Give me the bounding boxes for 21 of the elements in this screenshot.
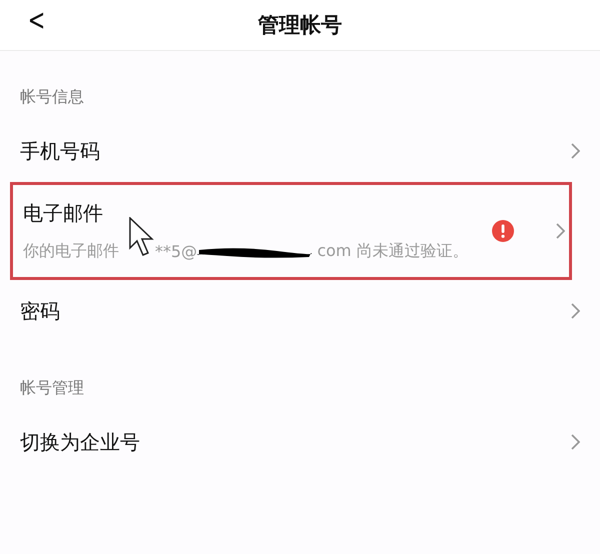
- chevron-right-icon: [570, 434, 580, 450]
- section-title: 帐号管理: [20, 378, 84, 397]
- settings-row[interactable]: 密码: [20, 280, 580, 342]
- chevron-right-icon: [570, 303, 580, 319]
- back-button[interactable]: <: [24, 6, 48, 36]
- mouse-cursor-icon: [129, 217, 155, 257]
- warning-message: com 尚未通过验证。: [317, 241, 468, 262]
- chevron-right-icon: [570, 143, 580, 159]
- row-label: 电子邮件: [23, 200, 104, 227]
- page-title: 管理帐号: [258, 12, 342, 39]
- alert-icon: [492, 220, 514, 242]
- row-label: 切换为企业号: [20, 428, 140, 456]
- email-fragment: **5@: [155, 242, 198, 261]
- settings-row[interactable]: 手机号码: [20, 120, 580, 182]
- row-label: 手机号码: [20, 138, 100, 164]
- row-label: 密码: [20, 298, 60, 324]
- section-title: 帐号信息: [20, 87, 84, 106]
- settings-row[interactable]: 切换为企业号: [20, 411, 580, 473]
- warning-message: 你的电子邮件: [23, 241, 119, 262]
- chevron-right-icon: [554, 223, 565, 239]
- settings-row[interactable]: 电子邮件 你的电子邮件 **5@ com 尚未通过验证。: [10, 182, 572, 280]
